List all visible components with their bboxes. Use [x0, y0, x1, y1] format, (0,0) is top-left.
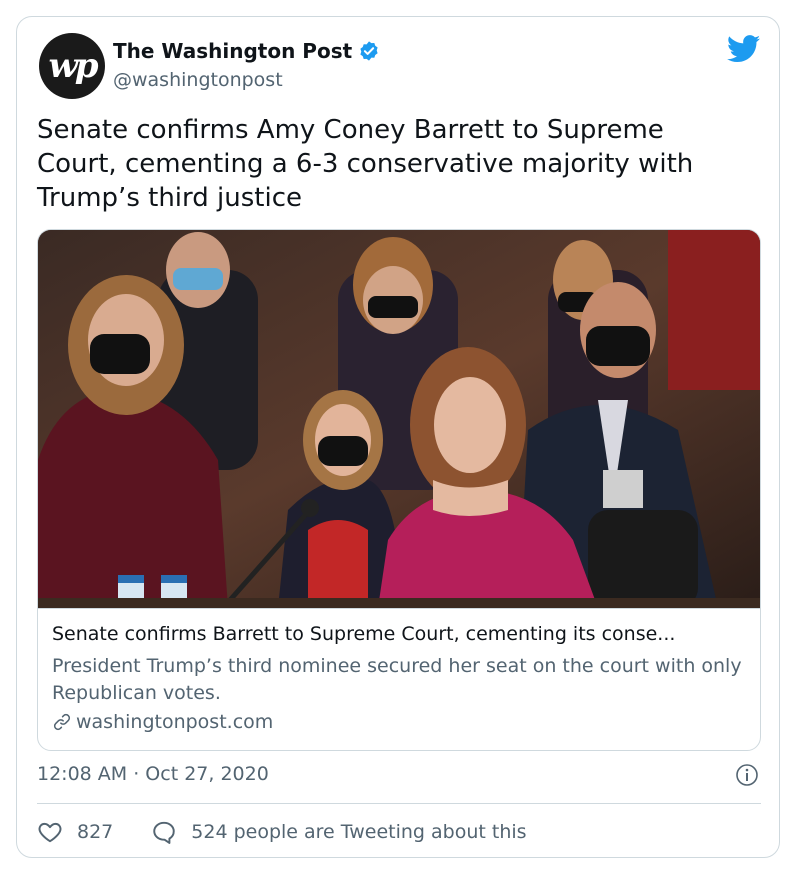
article-photo[interactable] [38, 230, 760, 608]
info-icon[interactable] [735, 763, 759, 787]
link-title[interactable]: Senate confirms Barrett to Supreme Court… [52, 623, 675, 645]
speech-bubble-icon [153, 821, 175, 844]
conversation-text: 524 people are Tweeting about this [191, 821, 527, 843]
verified-badge-icon [360, 41, 378, 61]
avatar[interactable]: wp [39, 33, 105, 99]
like-button[interactable]: 827 [37, 819, 113, 845]
heart-icon [38, 822, 62, 843]
link-domain[interactable]: washingtonpost.com [76, 711, 273, 733]
display-name[interactable]: The Washington Post [113, 39, 352, 63]
link-meta[interactable]: Senate confirms Barrett to Supreme Court… [38, 608, 760, 750]
handle[interactable]: @washingtonpost [113, 69, 283, 91]
name-row: The Washington Post [113, 39, 380, 63]
tweet-text: Senate confirms Amy Coney Barrett to Sup… [37, 115, 694, 213]
divider [37, 803, 761, 804]
link-icon [53, 713, 71, 731]
tweet-card[interactable]: wp The Washington Post @washingtonpost S… [16, 16, 780, 858]
link-description: President Trump’s third nominee secured … [52, 655, 742, 704]
link-preview-card[interactable]: Senate confirms Barrett to Supreme Court… [37, 229, 761, 751]
link-domain-row[interactable]: washingtonpost.com [52, 711, 273, 733]
hearing-photo-illustration [38, 230, 760, 608]
like-count: 827 [77, 821, 114, 843]
conversation-link[interactable]: 524 people are Tweeting about this [151, 819, 527, 845]
avatar-logo: wp [48, 46, 98, 86]
twitter-bird-icon[interactable] [727, 35, 761, 63]
action-bar: 827 524 people are Tweeting about this [37, 817, 527, 847]
tweet-header: wp The Washington Post @washingtonpost [37, 33, 761, 105]
tweet-timestamp[interactable]: 12:08 AM · Oct 27, 2020 [37, 763, 269, 785]
